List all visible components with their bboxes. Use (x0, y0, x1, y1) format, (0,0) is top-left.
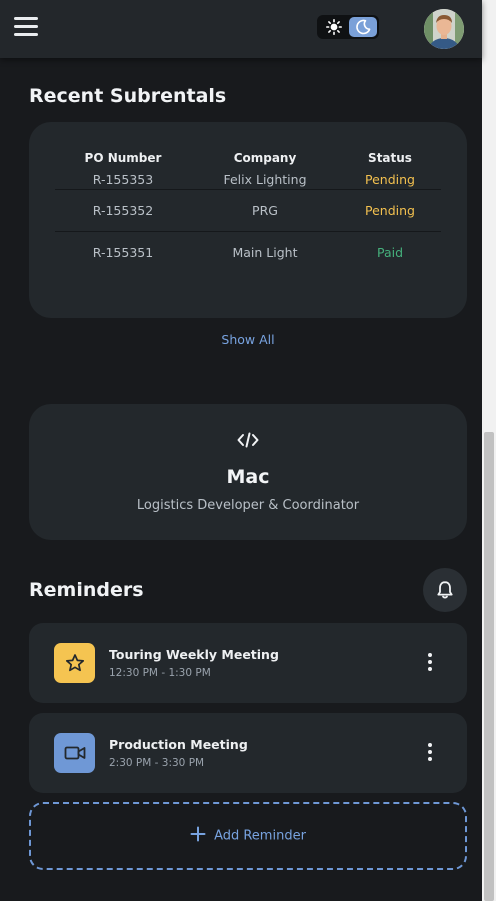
more-options-icon[interactable] (421, 743, 439, 765)
column-header-po-number: PO Number (84, 151, 162, 165)
company-cell: Main Light (191, 231, 339, 273)
scrollbar-thumb[interactable] (484, 432, 494, 901)
status-cell: Pending (339, 189, 441, 232)
more-options-icon[interactable] (421, 653, 439, 675)
sun-icon[interactable] (321, 17, 347, 37)
reminder-time: 2:30 PM - 3:30 PM (109, 757, 205, 769)
reminder-time: 12:30 PM - 1:30 PM (109, 667, 211, 679)
profile-name: Mac (226, 466, 270, 488)
code-icon (237, 432, 259, 448)
bell-icon (437, 581, 453, 599)
video-camera-icon (54, 733, 95, 773)
profile-card: Mac Logistics Developer & Coordinator (29, 404, 467, 540)
show-all-link[interactable]: Show All (0, 332, 496, 347)
user-avatar[interactable] (424, 9, 464, 49)
reminder-item[interactable]: Production Meeting 2:30 PM - 3:30 PM (29, 713, 467, 793)
status-cell: Pending (365, 171, 415, 187)
po-number-cell: R-155351 (55, 231, 191, 273)
status-cell: Paid (339, 231, 441, 273)
table-row[interactable]: R-155351 Main Light Paid (55, 231, 441, 273)
subrentals-title: Recent Subrentals (29, 85, 227, 107)
table-row[interactable]: R-155353 Felix Lighting Pending (55, 169, 441, 190)
star-icon (54, 643, 95, 683)
reminder-title: Touring Weekly Meeting (109, 647, 279, 662)
notifications-button[interactable] (423, 568, 467, 612)
company-cell: Felix Lighting (223, 171, 307, 187)
table-row[interactable]: R-155352 PRG Pending (55, 189, 441, 232)
moon-icon[interactable] (349, 17, 377, 37)
column-header-status: Status (368, 151, 412, 165)
reminder-item[interactable]: Touring Weekly Meeting 12:30 PM - 1:30 P… (29, 623, 467, 703)
theme-toggle[interactable] (317, 15, 379, 39)
po-number-cell: R-155352 (55, 189, 191, 232)
po-number-cell: R-155353 (92, 171, 154, 187)
subrentals-card: PO Number Company Status R-155353 Felix … (29, 122, 467, 318)
hamburger-menu-icon[interactable] (14, 17, 38, 36)
profile-role: Logistics Developer & Coordinator (136, 498, 360, 513)
top-bar (0, 0, 482, 58)
add-reminder-label: Add Reminder (214, 828, 306, 844)
reminders-title: Reminders (29, 579, 144, 601)
plus-icon (190, 826, 206, 846)
scrollbar-track[interactable] (482, 0, 496, 901)
add-reminder-button[interactable]: Add Reminder (29, 802, 467, 870)
subrentals-table: PO Number Company Status R-155353 Felix … (55, 147, 441, 273)
reminder-title: Production Meeting (109, 737, 248, 752)
column-header-company: Company (233, 151, 297, 165)
company-cell: PRG (191, 189, 339, 232)
